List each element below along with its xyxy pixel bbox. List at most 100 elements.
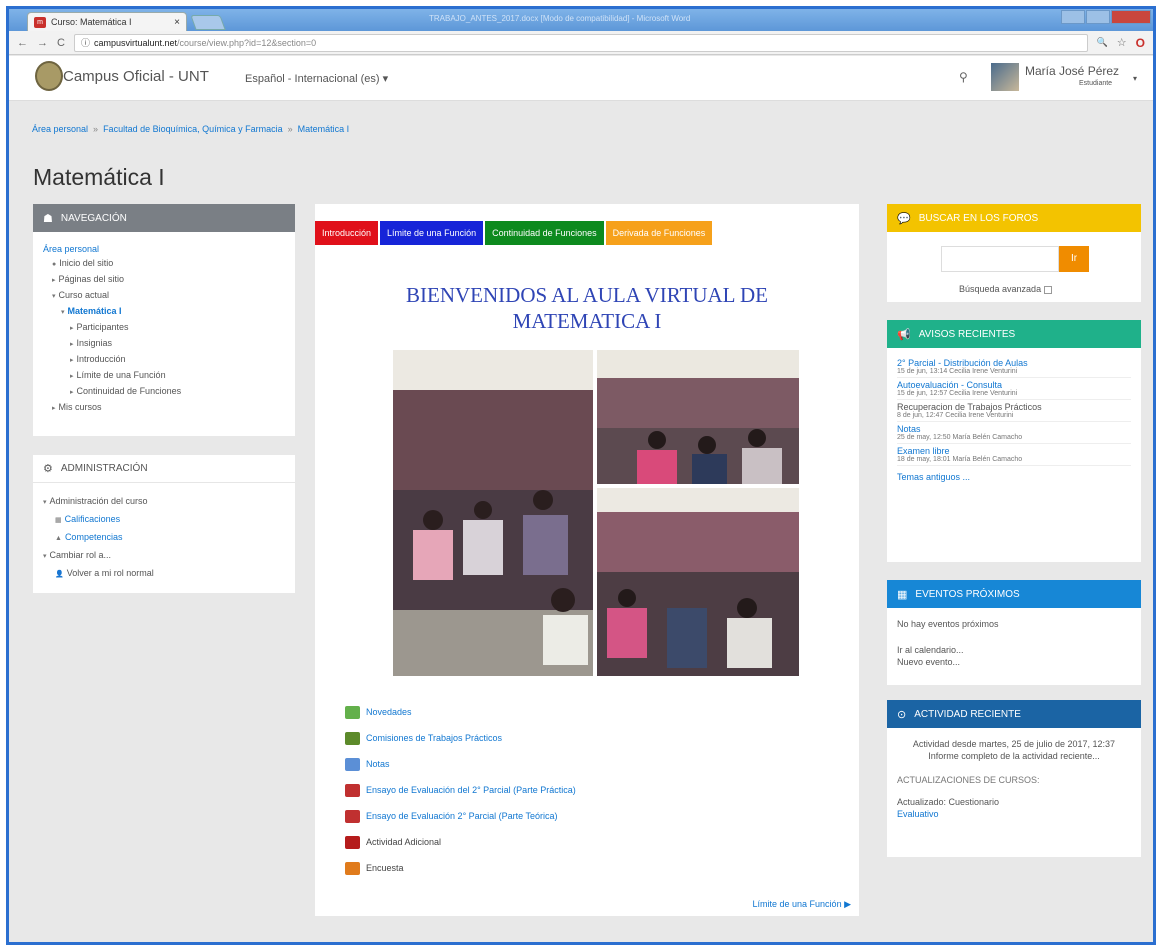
nav-tree-item[interactable]: ▸ Páginas del sitio xyxy=(43,272,285,288)
nav-tree-item[interactable]: ▸ Mis cursos xyxy=(43,400,285,416)
news-item: Notas 25 de may, 12:50 María Belén Camach… xyxy=(897,422,1131,444)
window-controls xyxy=(1061,10,1151,24)
tab-derivada-de-funciones[interactable]: Derivada de Funciones xyxy=(605,221,713,245)
nav-tree-label: Área personal xyxy=(43,244,100,254)
news-title-link[interactable]: Autoevaluación - Consulta xyxy=(897,380,1131,390)
chevron-right-icon: ▸ xyxy=(70,325,74,332)
news-title-link[interactable]: Recuperacion de Trabajos Prácticos xyxy=(897,402,1131,412)
avatar[interactable] xyxy=(991,63,1019,91)
administration-heading[interactable]: ⚙ ADMINISTRACIÓN xyxy=(33,455,295,483)
resource-item[interactable]: Actividad Adicional xyxy=(345,829,576,855)
sitemap-icon: ☗ xyxy=(43,212,53,225)
new-event-link[interactable]: Nuevo evento... xyxy=(897,656,1131,668)
feedback-icon xyxy=(345,861,360,875)
recent-news-heading[interactable]: 📢 AVISOS RECIENTES xyxy=(887,320,1141,348)
breadcrumb-item[interactable]: Área personal xyxy=(32,124,88,134)
admin-tree-item[interactable]: ▲ Competencias xyxy=(43,529,285,547)
news-title-link[interactable]: Notas xyxy=(897,424,1131,434)
minimize-button[interactable] xyxy=(1061,10,1085,24)
news-title-link[interactable]: Examen libre xyxy=(897,446,1131,456)
advanced-search-label: Búsqueda avanzada xyxy=(959,284,1042,294)
star-icon[interactable]: ☆ xyxy=(1117,36,1127,49)
quiz-icon xyxy=(345,783,360,797)
search-icon[interactable]: ⚲ xyxy=(959,70,968,84)
course-content: Introducción Límite de una Función Continu… xyxy=(315,204,859,916)
comments-icon: 💬 xyxy=(897,212,911,225)
nav-tree-item[interactable]: ▸ Introducción xyxy=(43,352,285,368)
updated-quiz-link[interactable]: Evaluativo xyxy=(897,808,1131,820)
recent-activity-heading-label: ACTIVIDAD RECIENTE xyxy=(914,708,1021,720)
unt-logo-icon[interactable] xyxy=(35,61,63,91)
full-report-link[interactable]: Informe completo de la actividad recient… xyxy=(897,750,1131,762)
recent-activity-heading[interactable]: ⊙ ACTIVIDAD RECIENTE xyxy=(887,700,1141,728)
reload-icon[interactable]: C xyxy=(57,37,65,49)
search-forums-button[interactable]: Ir xyxy=(1059,246,1089,272)
resource-item[interactable]: Novedades xyxy=(345,699,576,725)
opera-icon[interactable]: O xyxy=(1136,36,1145,50)
nav-tree-item[interactable]: ▸ Participantes xyxy=(43,320,285,336)
language-menu[interactable]: Español - Internacional (es) ▾ xyxy=(245,72,388,85)
calendar-link[interactable]: Ir al calendario... xyxy=(897,644,1131,656)
tab-continuidad-de-funciones[interactable]: Continuidad de Funciones xyxy=(485,221,604,245)
resource-item[interactable]: Ensayo de Evaluación del 2° Parcial (Par… xyxy=(345,777,576,803)
tab-close-icon[interactable]: × xyxy=(174,17,180,28)
help-icon[interactable] xyxy=(1044,285,1053,294)
administration-heading-label: ADMINISTRACIÓN xyxy=(60,463,148,474)
window-title: TRABAJO_ANTES_2017.docx [Modo de compati… xyxy=(429,14,691,23)
resource-item[interactable]: Notas xyxy=(345,751,576,777)
navigation-heading[interactable]: ☗ NAVEGACIÓN xyxy=(33,204,295,232)
zoom-icon[interactable]: 🔍 xyxy=(1097,37,1108,48)
maximize-button[interactable] xyxy=(1086,10,1110,24)
user-name[interactable]: María José Pérez xyxy=(1025,64,1119,78)
admin-tree-item[interactable]: ▾ Administración del curso xyxy=(43,493,285,511)
nav-tree-label: Insignias xyxy=(76,338,113,348)
resource-list: Novedades Comisiones de Trabajos Práctico… xyxy=(345,699,576,881)
nav-tree-item[interactable]: ▸ Continuidad de Funciones xyxy=(43,384,285,400)
search-forums-heading[interactable]: 💬 BUSCAR EN LOS FOROS xyxy=(887,204,1141,232)
upcoming-events-block: ▦ EVENTOS PRÓXIMOS No hay eventos próxim… xyxy=(887,580,1141,685)
nav-tree-item[interactable]: ▾ Matemática I xyxy=(43,304,285,320)
nav-tree-item[interactable]: ▸ Insignias xyxy=(43,336,285,352)
news-title-link[interactable]: 2° Parcial - Distribución de Aulas xyxy=(897,358,1131,368)
info-icon[interactable]: ⓘ xyxy=(81,36,90,49)
upcoming-events-heading[interactable]: ▦ EVENTOS PRÓXIMOS xyxy=(887,580,1141,608)
older-topics-link[interactable]: Temas antiguos ... xyxy=(897,472,1131,482)
site-brand[interactable]: Campus Oficial - UNT xyxy=(63,68,209,85)
bullet-icon: ● xyxy=(52,261,57,268)
page-title: Matemática I xyxy=(33,164,165,190)
next-section-link[interactable]: Límite de una Función ▶ xyxy=(753,899,851,910)
nav-tree-label: Continuidad de Funciones xyxy=(76,386,182,396)
admin-tree-item[interactable]: 👤 Volver a mi rol normal xyxy=(43,565,285,583)
admin-tree-item[interactable]: ▦ Calificaciones xyxy=(43,511,285,529)
folder-icon xyxy=(345,757,360,771)
nav-tree-item[interactable]: ● Inicio del sitio xyxy=(43,256,285,272)
resource-item[interactable]: Comisiones de Trabajos Prácticos xyxy=(345,725,576,751)
news-meta: 8 de jun, 12:47 Cecilia Irene Venturini xyxy=(897,412,1014,419)
nav-tree-item[interactable]: Área personal xyxy=(43,242,285,256)
assignment-icon xyxy=(345,835,360,849)
resource-label: Notas xyxy=(366,759,390,769)
chevron-right-icon: ▸ xyxy=(70,357,74,364)
resource-item[interactable]: Ensayo de Evaluación 2° Parcial (Parte T… xyxy=(345,803,576,829)
administration-tree: ▾ Administración del curso ▦ Calificaciones… xyxy=(33,483,295,593)
table-icon: ▦ xyxy=(55,517,62,524)
nav-tree-label: Introducción xyxy=(76,354,126,364)
navigation-tree: Área personal ● Inicio del sitio ▸ Páginas d… xyxy=(33,232,295,426)
new-tab-button[interactable] xyxy=(190,15,226,30)
nav-tree-item[interactable]: ▸ Límite de una Función xyxy=(43,368,285,384)
breadcrumb-item[interactable]: Facultad de Bioquímica, Química y Farmac… xyxy=(103,124,283,134)
advanced-search-link[interactable]: Búsqueda avanzada xyxy=(959,284,1053,294)
back-icon[interactable]: ← xyxy=(17,37,28,49)
tab-l-mite-de-una-funci-n[interactable]: Límite de una Función xyxy=(380,221,484,245)
admin-tree-item[interactable]: ▾ Cambiar rol a... xyxy=(43,547,285,565)
nav-tree-item[interactable]: ▾ Curso actual xyxy=(43,288,285,304)
url-field[interactable]: ⓘ campusvirtualunt.net/course/view.php?i… xyxy=(73,33,1088,52)
close-window-button[interactable] xyxy=(1111,10,1151,24)
chevron-down-icon[interactable]: ▾ xyxy=(1133,74,1137,83)
search-forums-input[interactable] xyxy=(941,246,1059,272)
resource-item[interactable]: Encuesta xyxy=(345,855,576,881)
breadcrumb-item[interactable]: Matemática I xyxy=(298,124,350,134)
tab-introducci-n[interactable]: Introducción xyxy=(315,221,379,245)
browser-tab[interactable]: m Curso: Matemática I × xyxy=(27,12,187,31)
forward-icon[interactable]: → xyxy=(37,37,48,49)
